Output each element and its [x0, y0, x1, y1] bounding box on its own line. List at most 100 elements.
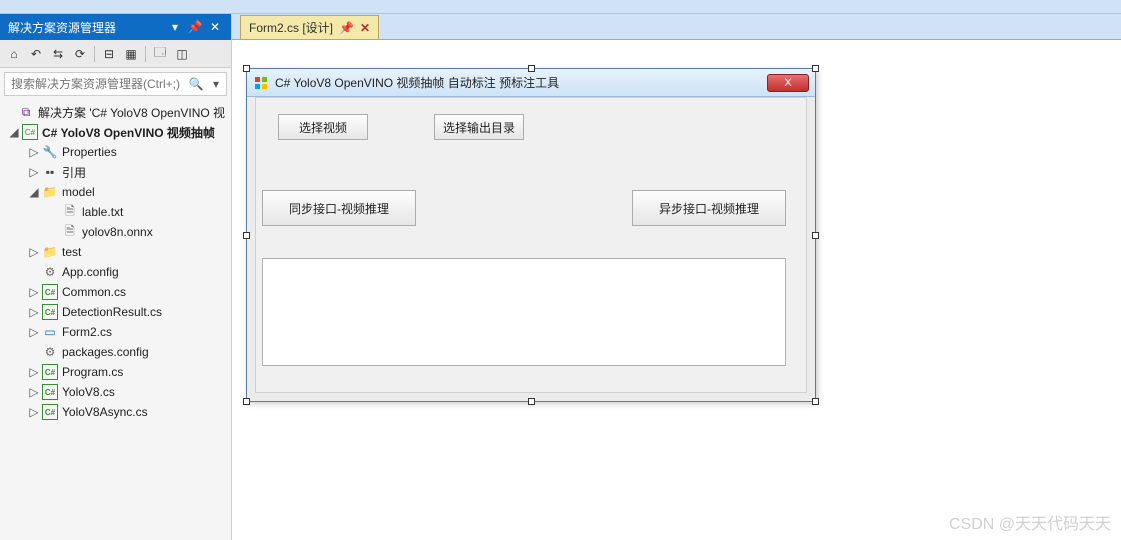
- chevron-down-icon[interactable]: ◢: [28, 186, 40, 198]
- tree-references[interactable]: ▷▪▪ 引用: [0, 162, 231, 182]
- panel-toolbar: ⌂ ↶ ⇆ ⟳ ⊟ ▦ 🗔 ◫: [0, 40, 231, 68]
- pin-icon[interactable]: 📌: [339, 21, 354, 35]
- search-icon[interactable]: 🔍: [186, 74, 206, 94]
- form-close-button[interactable]: X: [767, 74, 809, 92]
- form-titlebar: C# YoloV8 OpenVINO 视频抽帧 自动标注 预标注工具 X: [247, 69, 815, 97]
- tree-label: Properties: [62, 145, 117, 159]
- resize-handle[interactable]: [528, 398, 535, 405]
- resize-handle[interactable]: [812, 65, 819, 72]
- panel-title: 解决方案资源管理器: [8, 19, 163, 36]
- tree-file-yolov8async[interactable]: ▷C# YoloV8Async.cs: [0, 402, 231, 422]
- tree-label: DetectionResult.cs: [62, 305, 162, 319]
- tree-file-lable[interactable]: ▸🗎 lable.txt: [0, 202, 231, 222]
- properties-icon[interactable]: 🗔: [150, 44, 170, 64]
- cs-icon: C#: [42, 304, 58, 320]
- cs-icon: C#: [42, 364, 58, 380]
- close-icon[interactable]: ✕: [360, 21, 370, 35]
- search-box[interactable]: 🔍 ▾: [4, 72, 227, 96]
- form-icon: ▭: [42, 324, 58, 340]
- cs-icon: C#: [42, 404, 58, 420]
- document-tabbar: Form2.cs [设计] 📌 ✕: [232, 14, 1121, 40]
- tree-file-yolov8[interactable]: ▷C# YoloV8.cs: [0, 382, 231, 402]
- folder-icon: 📁: [42, 244, 58, 260]
- search-dropdown-icon[interactable]: ▾: [206, 74, 226, 94]
- tree-label: YoloV8Async.cs: [62, 405, 148, 419]
- pin-icon[interactable]: 📌: [187, 19, 203, 35]
- tree-label: Program.cs: [62, 365, 123, 379]
- dropdown-icon[interactable]: ▾: [167, 19, 183, 35]
- chevron-right-icon[interactable]: ▷: [28, 326, 40, 338]
- select-video-button[interactable]: 选择视频: [278, 114, 368, 140]
- tree-file-form2[interactable]: ▷▭ Form2.cs: [0, 322, 231, 342]
- tree-properties[interactable]: ▷🔧 Properties: [0, 142, 231, 162]
- preview-icon[interactable]: ◫: [172, 44, 192, 64]
- separator: [145, 46, 146, 62]
- tree-folder-model[interactable]: ◢📁 model: [0, 182, 231, 202]
- tree-file-packages[interactable]: ▸⚙ packages.config: [0, 342, 231, 362]
- chevron-right-icon[interactable]: ▷: [28, 306, 40, 318]
- tree-file-common[interactable]: ▷C# Common.cs: [0, 282, 231, 302]
- tree-label: model: [62, 185, 95, 199]
- tree-file-detection[interactable]: ▷C# DetectionResult.cs: [0, 302, 231, 322]
- back-icon[interactable]: ↶: [26, 44, 46, 64]
- close-icon[interactable]: ✕: [207, 19, 223, 35]
- chevron-right-icon[interactable]: ▷: [28, 246, 40, 258]
- tree-file-appconfig[interactable]: ▸⚙ App.config: [0, 262, 231, 282]
- csproj-icon: C#: [22, 124, 38, 140]
- form-client-area[interactable]: 选择视频 选择输出目录 同步接口-视频推理 异步接口-视频推理: [255, 97, 807, 393]
- tree-label: yolov8n.onnx: [82, 225, 153, 239]
- watermark: CSDN @天天代码天天: [949, 510, 1111, 534]
- tab-form2-design[interactable]: Form2.cs [设计] 📌 ✕: [240, 15, 379, 39]
- cs-icon: C#: [42, 384, 58, 400]
- form-window[interactable]: C# YoloV8 OpenVINO 视频抽帧 自动标注 预标注工具 X 选择视…: [246, 68, 816, 402]
- tree-solution[interactable]: ▸⧉ 解决方案 'C# YoloV8 OpenVINO 视: [0, 102, 231, 122]
- select-output-button[interactable]: 选择输出目录: [434, 114, 524, 140]
- chevron-right-icon[interactable]: ▷: [28, 406, 40, 418]
- tree-label: packages.config: [62, 345, 149, 359]
- solution-icon: ⧉: [18, 104, 34, 120]
- sync-icon[interactable]: ⇆: [48, 44, 68, 64]
- file-icon: 🗎: [62, 224, 78, 240]
- cs-icon: C#: [42, 284, 58, 300]
- document-area: Form2.cs [设计] 📌 ✕ C# YoloV8 OpenVINO 视频抽…: [232, 14, 1121, 540]
- tab-label: Form2.cs [设计]: [249, 19, 333, 36]
- resize-handle[interactable]: [243, 65, 250, 72]
- chevron-right-icon[interactable]: ▷: [28, 286, 40, 298]
- home-icon[interactable]: ⌂: [4, 44, 24, 64]
- tree-project[interactable]: ◢C# C# YoloV8 OpenVINO 视频抽帧: [0, 122, 231, 142]
- search-input[interactable]: [5, 77, 186, 91]
- tree-label: YoloV8.cs: [62, 385, 115, 399]
- tree-label: C# YoloV8 OpenVINO 视频抽帧: [42, 124, 215, 141]
- tree-label: Form2.cs: [62, 325, 112, 339]
- chevron-right-icon[interactable]: ▷: [28, 386, 40, 398]
- form-title: C# YoloV8 OpenVINO 视频抽帧 自动标注 预标注工具: [275, 74, 767, 91]
- form-designer-surface[interactable]: C# YoloV8 OpenVINO 视频抽帧 自动标注 预标注工具 X 选择视…: [232, 40, 1121, 540]
- config-icon: ⚙: [42, 264, 58, 280]
- resize-handle[interactable]: [528, 65, 535, 72]
- tree-folder-test[interactable]: ▷📁 test: [0, 242, 231, 262]
- refresh-icon[interactable]: ⟳: [70, 44, 90, 64]
- async-inference-button[interactable]: 异步接口-视频推理: [632, 190, 786, 226]
- chevron-right-icon[interactable]: ▷: [28, 166, 40, 178]
- showall-icon[interactable]: ▦: [121, 44, 141, 64]
- file-icon: 🗎: [62, 204, 78, 220]
- resize-handle[interactable]: [243, 232, 250, 239]
- chevron-down-icon[interactable]: ◢: [8, 126, 20, 138]
- folder-icon: 📁: [42, 184, 58, 200]
- resize-handle[interactable]: [812, 232, 819, 239]
- resize-handle[interactable]: [243, 398, 250, 405]
- app-icon: [253, 75, 269, 91]
- tree-file-onnx[interactable]: ▸🗎 yolov8n.onnx: [0, 222, 231, 242]
- top-strip: [0, 0, 1121, 14]
- resize-handle[interactable]: [812, 398, 819, 405]
- output-textbox[interactable]: [262, 258, 786, 366]
- config-icon: ⚙: [42, 344, 58, 360]
- chevron-right-icon[interactable]: ▷: [28, 366, 40, 378]
- tree-label: test: [62, 245, 81, 259]
- chevron-right-icon[interactable]: ▷: [28, 146, 40, 158]
- collapse-icon[interactable]: ⊟: [99, 44, 119, 64]
- tree-label: App.config: [62, 265, 119, 279]
- tree-file-program[interactable]: ▷C# Program.cs: [0, 362, 231, 382]
- sync-inference-button[interactable]: 同步接口-视频推理: [262, 190, 416, 226]
- solution-explorer-panel: 解决方案资源管理器 ▾ 📌 ✕ ⌂ ↶ ⇆ ⟳ ⊟ ▦ 🗔 ◫ 🔍 ▾ ▸⧉ 解…: [0, 14, 232, 540]
